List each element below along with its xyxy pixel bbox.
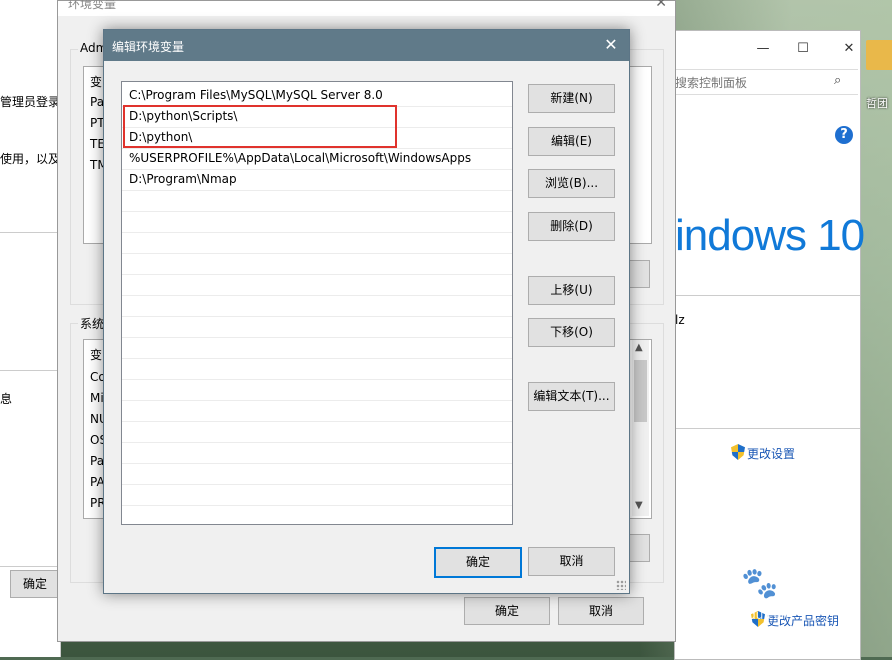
divider <box>675 295 860 296</box>
ok-button[interactable]: 确定 <box>434 547 522 578</box>
minimize-icon[interactable]: — <box>753 39 773 59</box>
path-row[interactable]: %USERPROFILE%\AppData\Local\Microsoft\Wi… <box>122 148 512 170</box>
divider <box>0 232 60 233</box>
divider <box>0 566 60 567</box>
left-ok-button[interactable]: 确定 <box>10 570 60 598</box>
admin-login-text: 管理员登录 <box>0 95 61 109</box>
search-placeholder: 搜索控制面板 <box>675 76 748 90</box>
close-icon[interactable]: ✕ <box>601 35 621 55</box>
empty-row[interactable] <box>122 337 512 359</box>
shield-icon <box>731 444 745 460</box>
env-window-title: 环境变量 <box>68 0 117 11</box>
paw-icon: 🐾 <box>741 567 779 600</box>
resize-grip-icon[interactable] <box>616 580 626 590</box>
control-panel-titlebar: — ☐ ✕ <box>675 31 860 67</box>
divider <box>0 370 60 371</box>
dialog-titlebar: 编辑环境变量 ✕ <box>104 30 629 61</box>
empty-row[interactable] <box>122 463 512 485</box>
watermark-logo-cn: 经验 <box>778 568 835 599</box>
list-item[interactable]: Pa <box>90 95 104 109</box>
scroll-down-icon[interactable]: ▼ <box>635 500 643 511</box>
list-item[interactable]: Pa <box>90 454 104 468</box>
env-ok-button[interactable]: 确定 <box>464 597 550 625</box>
path-row[interactable]: D:\Program\Nmap <box>122 169 512 191</box>
empty-row[interactable] <box>122 421 512 443</box>
usage-text: 使用，以及 <box>0 152 61 166</box>
path-text: D:\Program\Nmap <box>129 172 237 186</box>
empty-row[interactable] <box>122 295 512 317</box>
empty-row[interactable] <box>122 400 512 422</box>
maximize-icon[interactable]: ☐ <box>793 39 813 59</box>
edit-env-variable-dialog: 编辑环境变量 ✕ C:\Program Files\MySQL\MySQL Se… <box>103 29 630 594</box>
help-icon[interactable]: ? <box>835 126 853 144</box>
system-variables-label: 系统 <box>78 315 107 332</box>
move-up-button[interactable]: 上移(U) <box>528 276 615 305</box>
scroll-thumb[interactable] <box>634 360 647 422</box>
new-button[interactable]: 新建(N) <box>528 84 615 113</box>
empty-row[interactable] <box>122 379 512 401</box>
baidu-watermark-logo: Bai🐾经验 <box>682 560 835 603</box>
edit-text-button[interactable]: 编辑文本(T)... <box>528 382 615 411</box>
list-item[interactable]: Mi <box>90 391 104 405</box>
list-header: 变 <box>90 348 103 362</box>
desktop-item-label: 哲团 <box>866 97 888 110</box>
close-icon[interactable]: ✕ <box>839 39 859 59</box>
empty-row[interactable] <box>122 358 512 380</box>
info-text: 息 <box>0 392 13 406</box>
partial-text: lz <box>675 313 685 327</box>
scrollbar[interactable]: ▲ ▼ <box>632 340 649 516</box>
empty-row[interactable] <box>122 484 512 506</box>
watermark-url: jingyan.baidu.com <box>682 608 793 622</box>
move-down-button[interactable]: 下移(O) <box>528 318 615 347</box>
watermark-logo-text: Bai <box>682 560 742 602</box>
env-titlebar: 环境变量 ✕ <box>58 0 675 16</box>
path-row[interactable]: C:\Program Files\MySQL\MySQL Server 8.0 <box>122 85 512 107</box>
divider <box>675 428 860 429</box>
browse-button[interactable]: 浏览(B)... <box>528 169 615 198</box>
cancel-button[interactable]: 取消 <box>528 547 615 576</box>
path-text: C:\Program Files\MySQL\MySQL Server 8.0 <box>129 88 383 102</box>
empty-row[interactable] <box>122 442 512 464</box>
list-header: 变 <box>90 75 103 89</box>
delete-button[interactable]: 删除(D) <box>528 212 615 241</box>
empty-row[interactable] <box>122 232 512 254</box>
close-icon[interactable]: ✕ <box>655 0 667 11</box>
empty-row[interactable] <box>122 274 512 296</box>
empty-row[interactable] <box>122 316 512 338</box>
windows-10-logo: indows 10 <box>675 211 865 260</box>
desktop-folder-icon[interactable] <box>866 40 892 70</box>
control-panel-search[interactable]: 搜索控制面板 ⌕ <box>675 69 858 95</box>
empty-row[interactable] <box>122 253 512 275</box>
env-cancel-button[interactable]: 取消 <box>558 597 644 625</box>
empty-row[interactable] <box>122 190 512 212</box>
empty-row[interactable] <box>122 211 512 233</box>
background-window-left: 管理员登录 使用，以及 息 确定 <box>0 0 61 657</box>
dialog-title: 编辑环境变量 <box>112 40 185 54</box>
scroll-up-icon[interactable]: ▲ <box>635 342 643 353</box>
edit-button[interactable]: 编辑(E) <box>528 127 615 156</box>
change-settings-link[interactable]: 更改设置 <box>747 445 795 462</box>
search-icon[interactable]: ⌕ <box>834 73 850 89</box>
highlight-box <box>123 105 397 148</box>
path-text: %USERPROFILE%\AppData\Local\Microsoft\Wi… <box>129 151 472 165</box>
